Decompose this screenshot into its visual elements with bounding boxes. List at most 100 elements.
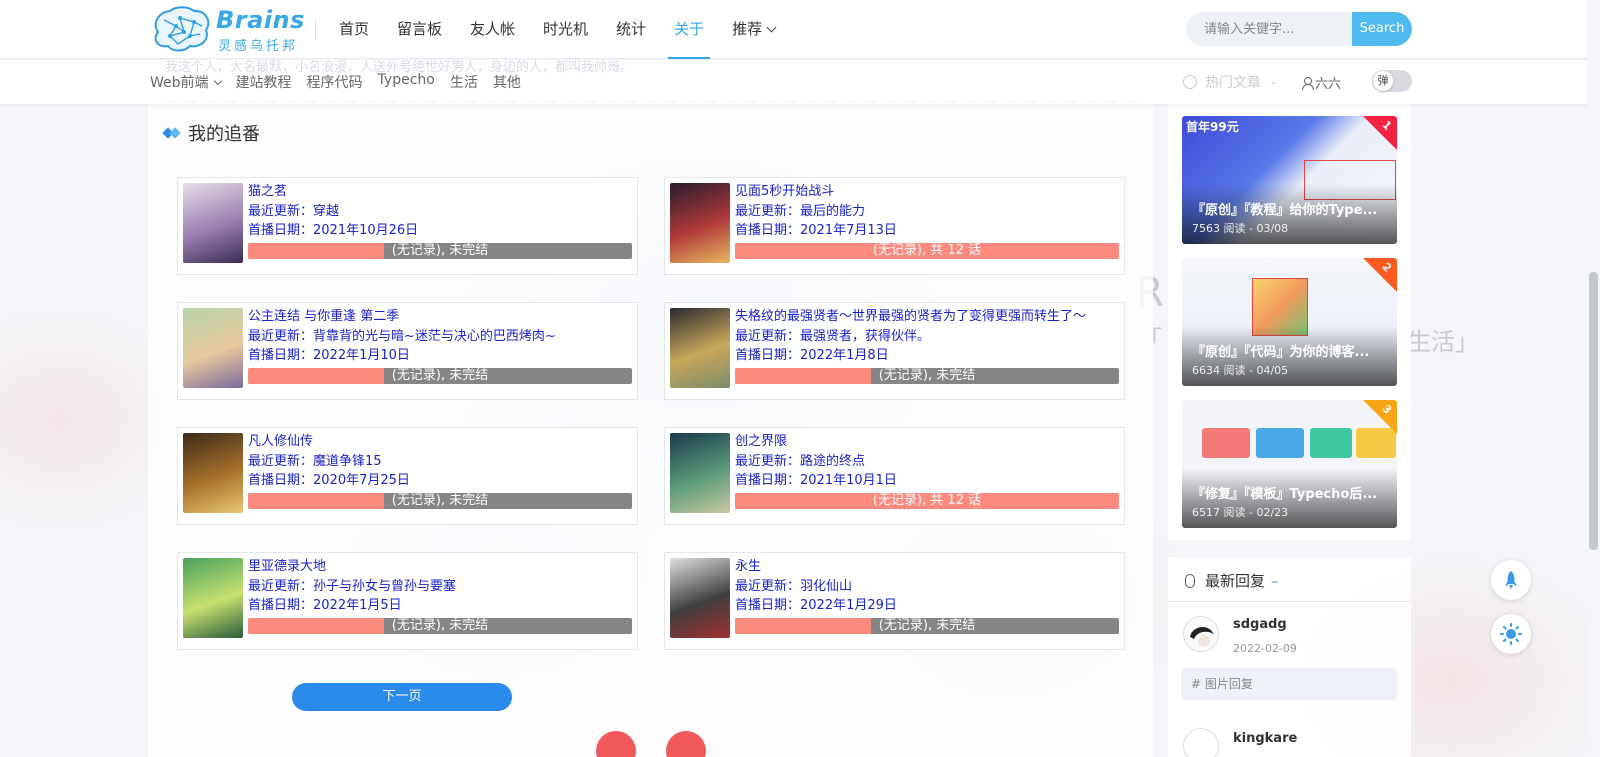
category-nav: Web前端 建站教程 程序代码 Typecho 生活 其他 [150,72,536,92]
anime-card[interactable]: 失格纹的最强贤者～世界最强的贤者为了变得更强而转生了～ 最近更新：最强贤者，获得伙… [664,302,1125,400]
anime-premiere-date: 首播日期：2022年1月10日 [248,346,632,366]
danmaku-toggle[interactable]: 弹 [1372,70,1412,92]
anime-title[interactable]: 创之界限 [735,432,1119,452]
date-label: 首播日期： [248,473,314,488]
hot-article-1[interactable]: 首年99元 『原创』『教程』给你的Type... 7563 阅读 - 03/08… [1182,116,1397,244]
nav-item-recommend[interactable]: 推荐 [718,0,789,59]
anime-title[interactable]: 失格纹的最强贤者～世界最强的贤者为了变得更强而转生了～ [735,307,1119,327]
nav-item-timemachine[interactable]: 时光机 [529,0,602,59]
category-typecho[interactable]: Typecho [378,72,435,92]
comment-body[interactable]: # 图片回复 [1181,668,1397,700]
hot-article-2[interactable]: 『原创』『代码』为你的博客... 6634 阅读 - 04/05 2 [1182,258,1397,386]
update-label: 最近更新： [248,328,314,344]
anime-title[interactable]: 凡人修仙传 [248,432,632,452]
anime-cover-image[interactable] [183,183,243,263]
category-site-tutorial[interactable]: 建站教程 [236,72,292,92]
user-link[interactable]: 六六 [1301,73,1341,92]
anime-title[interactable]: 见面5秒开始战斗 [735,182,1119,202]
anime-card[interactable]: 创之界限 最近更新：路途的终点 首播日期：2021年10月1日 (无记录), 共 12… [664,427,1125,525]
progress-status: , 未完结 [440,492,489,508]
nav-item-stats[interactable]: 统计 [602,0,660,59]
progress-text: (无记录), 共 12 话 [735,493,1119,509]
site-logo[interactable]: Brains 灵感乌托邦 [150,4,304,54]
progress-text: (无记录), 共 12 话 [735,243,1119,259]
theme-toggle-button[interactable] [1491,614,1531,654]
progress-bar: (无记录), 共 12 话 [735,492,1119,509]
date-label: 首播日期： [735,348,801,363]
progress-bar: (无记录), 未完结 [248,492,632,509]
comment-author[interactable]: kingkare [1233,731,1297,746]
anime-cover-image[interactable] [183,433,243,513]
hot-articles-heading: 热门文章 - [1183,72,1276,92]
anime-title[interactable]: 永生 [735,557,1119,577]
avatar[interactable] [1183,728,1219,757]
anime-card[interactable]: 见面5秒开始战斗 最近更新：最后的能力 首播日期：2021年7月13日 (无记录), … [664,177,1125,275]
progress-status: , 未完结 [440,367,489,383]
thumbnail-block [1202,428,1250,458]
anime-card[interactable]: 里亚德录大地 最近更新：孙子与孙女与曾孙与要塞 首播日期：2022年1月5日 (无记录… [177,552,638,650]
anime-latest-update: 最近更新：穿越 [248,202,632,222]
avatar[interactable] [1183,616,1219,652]
anime-cover-image[interactable] [183,558,243,638]
rank-badge: 1 [1363,116,1397,150]
progress-text: (无记录), 未完结 [248,243,632,259]
update-label: 最近更新： [735,203,801,219]
hot-article-3[interactable]: 『修复』『模板』Typecho后... 6517 阅读 - 02/23 3 [1182,400,1397,528]
scrollbar-thumb[interactable] [1589,272,1598,550]
nav-label: 首页 [339,20,370,38]
category-other[interactable]: 其他 [493,72,521,92]
anime-cover-image[interactable] [670,308,730,388]
update-label: 最近更新： [248,578,314,594]
search-button[interactable]: Search [1352,12,1412,46]
anime-title[interactable]: 公主连结 与你重逢 第二季 [248,307,632,327]
category-code[interactable]: 程序代码 [307,72,363,92]
anime-cover-image[interactable] [670,183,730,263]
comment-author[interactable]: sdgadg [1233,617,1287,632]
progress-bar: (无记录), 未完结 [735,617,1119,634]
anime-card[interactable]: 凡人修仙传 最近更新：魔道争锋15 首播日期：2020年7月25日 (无记录), 未完… [177,427,638,525]
search-form: Search [1186,12,1412,46]
date-label: 首播日期： [735,223,801,238]
anime-latest-update: 最近更新：背靠背的光与暗~迷茫与决心的巴西烤肉~ [248,327,632,347]
nav-label: 推荐 [732,20,763,38]
nav-item-friends[interactable]: 友人帐 [456,0,529,59]
category-life[interactable]: 生活 [450,72,478,92]
progress-status: , 共 12 话 [922,492,982,508]
anime-card[interactable]: 永生 最近更新：羽化仙山 首播日期：2022年1月29日 (无记录), 未完结 [664,552,1125,650]
progress-text: (无记录), 未完结 [735,618,1119,634]
progress-record: (无记录) [878,367,928,383]
top-navbar: Brains 灵感乌托邦 首页 留言板 友人帐 时光机 统计 关于 推荐 Sea… [0,0,1600,59]
thumbnail-block [1256,428,1304,458]
nav-label: 时光机 [543,20,589,38]
nav-item-about[interactable]: 关于 [660,0,718,59]
anime-title[interactable]: 里亚德录大地 [248,557,632,577]
date-value: 2021年10月26日 [313,223,419,238]
category-label: Typecho [377,72,435,88]
category-web-frontend[interactable]: Web前端 [150,72,222,92]
nav-item-home[interactable]: 首页 [325,0,383,59]
anime-card[interactable]: 猫之茗 最近更新：穿越 首播日期：2021年10月26日 (无记录), 未完结 [177,177,638,275]
user-name: 六六 [1315,77,1342,92]
search-input[interactable] [1186,12,1352,46]
hot-label-text: 热门文章 [1205,75,1261,91]
anime-cover-image[interactable] [183,308,243,388]
category-label: 生活 [449,75,478,91]
back-to-top-button[interactable] [1491,560,1531,600]
update-value: 穿越 [313,203,340,219]
category-label: 建站教程 [235,75,292,91]
nav-item-guestbook[interactable]: 留言板 [383,0,456,59]
anime-cover-image[interactable] [670,433,730,513]
brand-slogan: 灵感乌托邦 [218,39,299,54]
anime-cover-image[interactable] [670,558,730,638]
progress-text: (无记录), 未完结 [735,368,1119,384]
progress-record: (无记录) [391,492,441,508]
anime-title[interactable]: 猫之茗 [248,182,632,202]
nav-label: 友人帐 [470,20,516,38]
anime-card[interactable]: 公主连结 与你重逢 第二季 最近更新：背靠背的光与暗~迷茫与决心的巴西烤肉~ 首播日… [177,302,638,400]
hot-article-meta: 6517 阅读 - 02/23 [1192,506,1289,519]
update-value: 路途的终点 [800,453,866,469]
date-value: 2021年7月13日 [800,223,897,238]
update-label: 最近更新： [735,578,801,594]
anime-premiere-date: 首播日期：2020年7月25日 [248,471,632,491]
next-page-button[interactable]: 下一页 [292,683,512,711]
